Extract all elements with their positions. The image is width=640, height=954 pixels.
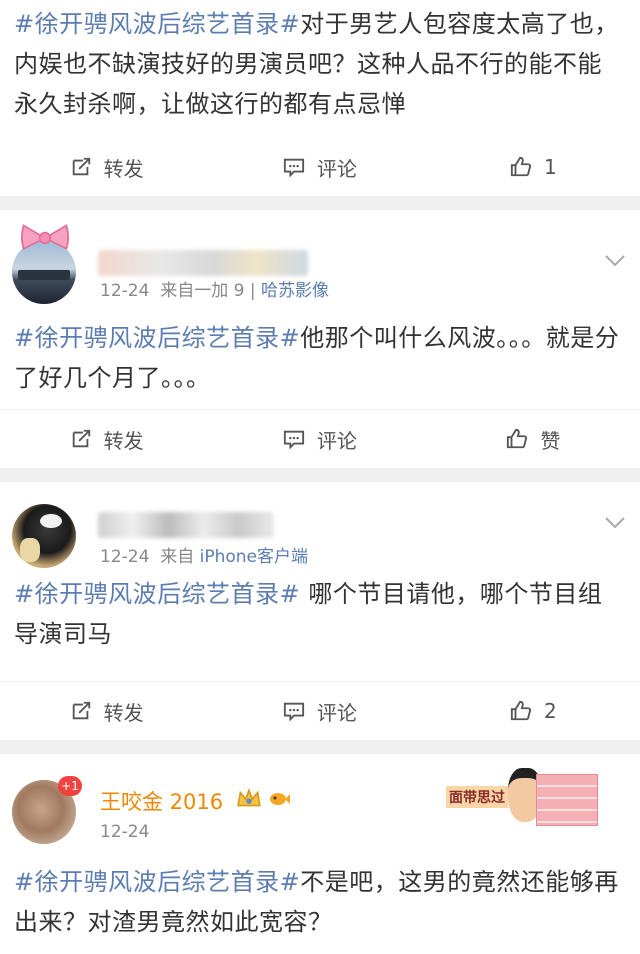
post-header: +1 王咬金 2016 12-24 面带思过 [0, 754, 640, 858]
like-label: 赞 [540, 428, 561, 453]
source-link[interactable]: iPhone客户端 [200, 547, 308, 567]
post-1: #徐开骋风波后综艺首录#对于男艺人包容度太高了也，内娱也不缺演技好的男演员吧？这… [0, 0, 640, 196]
post-date: 12-24 [100, 281, 150, 301]
like-count: 1 [543, 155, 557, 179]
post-header: 12-24 来自一加 9 | 哈苏影像 [0, 210, 640, 310]
comment-label: 评论 [316, 156, 357, 181]
thumbs-up-icon [510, 700, 532, 721]
sticker-text: 面带思过 [446, 786, 508, 808]
like-button[interactable]: 赞 [427, 425, 640, 454]
repost-icon [72, 157, 90, 176]
post-header: 12-24 来自 iPhone客户端 [0, 482, 640, 574]
comment-icon [283, 430, 305, 450]
hashtag-link[interactable]: #徐开骋风波后综艺首录# [14, 10, 300, 38]
action-bar: 转发 评论 1 [0, 138, 640, 196]
hashtag-link[interactable]: #徐开骋风波后综艺首录# [14, 868, 300, 896]
hashtag-link[interactable]: #徐开骋风波后综艺首录# [14, 580, 300, 608]
post-4: +1 王咬金 2016 12-24 面带思过 #徐开骋风波后综艺首录#不是吧，这… [0, 754, 640, 954]
post-meta: 12-24 来自一加 9 | 哈苏影像 [100, 276, 329, 301]
blurred-username [98, 512, 274, 538]
post-date: 12-24 [100, 547, 150, 567]
hashtag-link[interactable]: #徐开骋风波后综艺首录# [14, 324, 300, 352]
sticker: 面带思过 [440, 766, 630, 830]
comment-icon [283, 158, 305, 178]
source-separator: | [244, 281, 261, 301]
cash-stack [536, 774, 598, 826]
fish-icon [270, 793, 290, 805]
like-button[interactable]: 1 [427, 155, 640, 179]
thumbs-up-icon [507, 428, 528, 449]
post-text: #徐开骋风波后综艺首录#不是吧，这男的竟然还能够再出来？对渣男竟然如此宽容？ [0, 858, 640, 942]
chevron-down-icon[interactable] [604, 254, 626, 268]
chevron-down-icon[interactable] [604, 516, 626, 530]
thumbs-up-icon [510, 156, 532, 177]
repost-button[interactable]: 转发 [0, 153, 213, 182]
post-source: 来自 [160, 547, 200, 567]
repost-button[interactable]: 转发 [0, 697, 213, 726]
repost-label: 转发 [103, 156, 144, 181]
bow-icon [21, 224, 69, 250]
action-bar: 转发 评论 赞 [0, 409, 640, 468]
repost-icon [72, 701, 90, 720]
crown-icon [237, 788, 261, 807]
repost-icon [72, 429, 90, 448]
repost-button[interactable]: 转发 [0, 425, 213, 454]
notification-badge: +1 [58, 776, 82, 796]
post-meta: 12-24 来自 iPhone客户端 [100, 542, 308, 567]
comment-button[interactable]: 评论 [213, 425, 426, 454]
post-text: #徐开骋风波后综艺首录#对于男艺人包容度太高了也，内娱也不缺演技好的男演员吧？这… [0, 0, 640, 124]
post-date: 12-24 [100, 822, 150, 842]
like-count: 2 [543, 699, 557, 723]
comment-button[interactable]: 评论 [213, 153, 426, 182]
action-bar: 转发 评论 2 [0, 681, 640, 740]
comment-icon [283, 702, 305, 722]
comment-label: 评论 [316, 700, 357, 725]
post-2: 12-24 来自一加 9 | 哈苏影像 #徐开骋风波后综艺首录#他那个叫什么风波… [0, 210, 640, 468]
blurred-username [98, 250, 308, 276]
comment-label: 评论 [316, 428, 357, 453]
like-button[interactable]: 2 [427, 699, 640, 723]
post-text: #徐开骋风波后综艺首录#他那个叫什么风波。。。就是分了好几个月了。。。 [0, 310, 640, 398]
repost-label: 转发 [103, 700, 144, 725]
post-text: #徐开骋风波后综艺首录# 哪个节目请他，哪个节目组导演司马 [0, 574, 640, 654]
avatar[interactable] [12, 504, 76, 568]
username[interactable]: 王咬金 2016 [100, 786, 223, 816]
post-source: 来自一加 9 [160, 281, 245, 301]
username-text: 王咬金 2016 [100, 790, 224, 814]
comment-button[interactable]: 评论 [213, 697, 426, 726]
post-meta: 12-24 [100, 822, 149, 842]
source-link[interactable]: 哈苏影像 [261, 281, 329, 301]
repost-label: 转发 [103, 428, 144, 453]
post-3: 12-24 来自 iPhone客户端 #徐开骋风波后综艺首录# 哪个节目请他，哪… [0, 482, 640, 740]
